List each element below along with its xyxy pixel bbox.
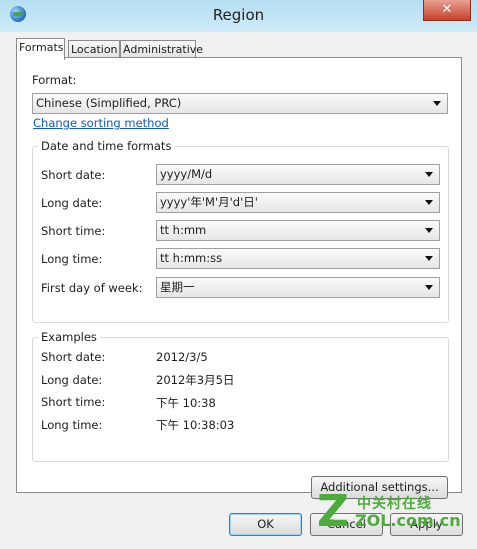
example-long-time-label: Long time: xyxy=(41,418,103,432)
example-short-date-value: 2012/3/5 xyxy=(156,350,208,364)
format-select[interactable]: Chinese (Simplified, PRC) xyxy=(32,93,448,114)
change-sorting-link[interactable]: Change sorting method xyxy=(33,116,169,130)
zol-logo-mark: Z xyxy=(317,486,349,537)
short-time-select-value: tt h:mm xyxy=(160,223,207,237)
examples-group: Examples Short date: 2012/3/5 Long date:… xyxy=(32,330,449,462)
first-day-select-value: 星期一 xyxy=(160,280,195,294)
example-short-time-value: 下午 10:38 xyxy=(156,396,216,410)
long-date-select[interactable]: yyyy'年'M'月'd'日' xyxy=(156,192,440,213)
date-time-formats-group: Date and time formats Short date: yyyy/M… xyxy=(32,139,449,323)
chevron-down-icon xyxy=(425,228,433,233)
zol-logo-url: ZOL.com.cn xyxy=(355,511,461,530)
window-title: Region xyxy=(212,6,265,24)
chevron-down-icon xyxy=(425,285,433,290)
ok-button[interactable]: OK xyxy=(229,513,302,536)
chevron-down-icon xyxy=(425,200,433,205)
example-long-date-value: 2012年3月5日 xyxy=(156,373,235,387)
region-window: Region ✕ Formats Location Administrative… xyxy=(0,0,477,549)
example-long-time-value: 下午 10:38:03 xyxy=(156,418,235,432)
dialog-body: Formats Location Administrative Format: … xyxy=(0,32,477,549)
long-time-select[interactable]: tt h:mm:ss xyxy=(156,248,440,269)
long-time-select-value: tt h:mm:ss xyxy=(160,251,223,265)
format-label: Format: xyxy=(32,73,77,87)
short-time-label: Short time: xyxy=(41,224,106,238)
short-time-select[interactable]: tt h:mm xyxy=(156,220,440,241)
long-time-label: Long time: xyxy=(41,252,103,266)
first-day-select[interactable]: 星期一 xyxy=(156,277,440,298)
close-button[interactable]: ✕ xyxy=(423,0,471,21)
example-long-date-label: Long date: xyxy=(41,373,103,387)
chevron-down-icon xyxy=(425,172,433,177)
title-bar[interactable]: Region ✕ xyxy=(0,0,477,32)
short-date-label: Short date: xyxy=(41,168,106,182)
short-date-select[interactable]: yyyy/M/d xyxy=(156,164,440,185)
tab-location[interactable]: Location xyxy=(68,40,120,58)
example-short-date-label: Short date: xyxy=(41,350,106,364)
short-date-select-value: yyyy/M/d xyxy=(160,167,213,181)
tab-formats[interactable]: Formats xyxy=(16,38,65,60)
chevron-down-icon xyxy=(425,256,433,261)
first-day-label: First day of week: xyxy=(41,281,143,295)
zol-watermark-logo: Z 中关村在线 ZOL.com.cn xyxy=(317,488,467,538)
tab-administrative[interactable]: Administrative xyxy=(120,40,203,58)
format-select-value: Chinese (Simplified, PRC) xyxy=(36,96,182,110)
example-short-time-label: Short time: xyxy=(41,395,106,409)
formats-panel: Format: Chinese (Simplified, PRC) Change… xyxy=(16,57,462,499)
zol-logo-cn-text: 中关村在线 xyxy=(357,496,432,512)
long-date-select-value: yyyy'年'M'月'd'日' xyxy=(160,195,258,209)
long-date-label: Long date: xyxy=(41,196,103,210)
chevron-down-icon xyxy=(433,101,441,106)
examples-title: Examples xyxy=(38,330,100,344)
date-time-formats-title: Date and time formats xyxy=(38,139,175,153)
